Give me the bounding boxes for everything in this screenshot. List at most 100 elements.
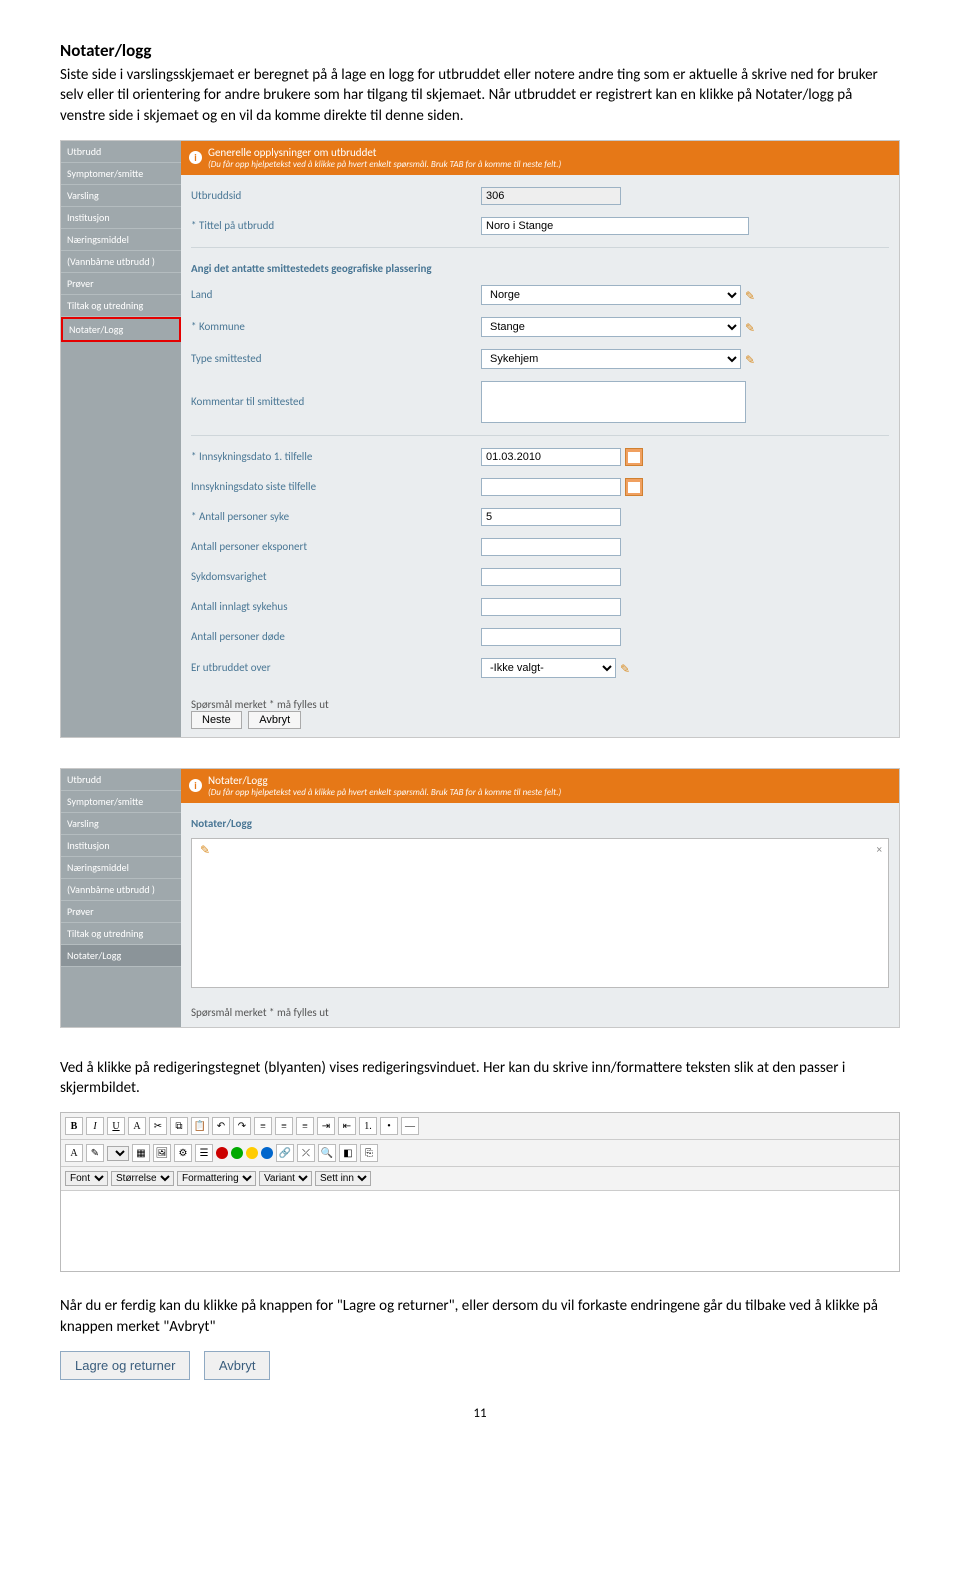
page-number: 11 <box>60 1406 900 1421</box>
color-red-icon[interactable] <box>216 1147 228 1159</box>
font-select[interactable]: Font <box>65 1171 108 1186</box>
edit-icon[interactable]: ✎ <box>745 321 757 333</box>
dato1-field[interactable] <box>481 448 621 466</box>
sidebar-item[interactable]: Symptomer/smitte <box>61 163 181 185</box>
edit-icon[interactable]: ✎ <box>745 353 757 365</box>
image-icon[interactable]: 🖼 <box>153 1144 171 1162</box>
kommentar-field[interactable] <box>481 381 746 423</box>
sidebar-item[interactable]: Varsling <box>61 185 181 207</box>
label: * Tittel på utbrudd <box>191 219 481 232</box>
label: Sykdomsvarighet <box>191 570 481 583</box>
align-center-icon[interactable]: ≡ <box>275 1117 293 1135</box>
label: * Antall personer syke <box>191 510 481 523</box>
edit-icon[interactable]: ✎ <box>620 662 632 674</box>
calendar-icon[interactable] <box>625 478 643 496</box>
mid-text: Ved å klikke på redigeringstegnet (blyan… <box>60 1058 900 1099</box>
sidebar-item[interactable]: Næringsmiddel <box>61 857 181 879</box>
align-left-icon[interactable]: ≡ <box>254 1117 272 1135</box>
undo-icon[interactable]: ↶ <box>212 1117 230 1135</box>
size-select[interactable]: Størrelse <box>111 1171 174 1186</box>
sidebar-item[interactable]: Prøver <box>61 901 181 923</box>
link-icon[interactable]: 🔗 <box>276 1144 294 1162</box>
sykehus-field[interactable] <box>481 598 621 616</box>
tool-icon[interactable]: ☰ <box>195 1144 213 1162</box>
type-select[interactable]: Sykehjem <box>481 349 741 369</box>
edit-icon[interactable]: ✎ <box>745 289 757 301</box>
varighet-field[interactable] <box>481 568 621 586</box>
close-icon[interactable]: × <box>877 843 882 856</box>
label: Antall personer døde <box>191 630 481 643</box>
tittel-field[interactable] <box>481 217 749 235</box>
cancel-button[interactable]: Avbryt <box>204 1351 271 1380</box>
underline-icon[interactable]: U <box>107 1117 125 1135</box>
dode-field[interactable] <box>481 628 621 646</box>
section-hint: (Du får opp hjelpetekst ved å klikke på … <box>208 787 561 798</box>
sidebar-item[interactable]: Næringsmiddel <box>61 229 181 251</box>
sidebar: Utbrudd Symptomer/smitte Varsling Instit… <box>61 769 181 1027</box>
select[interactable] <box>107 1146 129 1161</box>
edit-icon[interactable]: ✎ <box>200 843 212 855</box>
cancel-button[interactable]: Avbryt <box>248 711 301 729</box>
tool-icon[interactable]: ▦ <box>132 1144 150 1162</box>
bold-icon[interactable]: B <box>65 1117 83 1135</box>
sidebar-item[interactable]: Institusjon <box>61 207 181 229</box>
indent-icon[interactable]: ⇥ <box>317 1117 335 1135</box>
over-select[interactable]: -Ikke valgt- <box>481 658 616 678</box>
list-ol-icon[interactable]: 1. <box>359 1117 377 1135</box>
info-icon: i <box>189 151 202 164</box>
tool-icon[interactable]: ⎘ <box>360 1144 378 1162</box>
land-select[interactable]: Norge <box>481 285 741 305</box>
section-title: Notater/Logg <box>208 774 268 787</box>
brush-icon[interactable]: ✎ <box>86 1144 104 1162</box>
eksp-field[interactable] <box>481 538 621 556</box>
utbruddsid-field[interactable] <box>481 187 621 205</box>
syke-field[interactable] <box>481 508 621 526</box>
hr-icon[interactable]: — <box>401 1117 419 1135</box>
strike-icon[interactable]: A <box>128 1117 146 1135</box>
sidebar-item-notater[interactable]: Notater/Logg <box>61 945 181 967</box>
copy-icon[interactable]: ⧉ <box>170 1117 188 1135</box>
unlink-icon[interactable]: ⤫ <box>297 1144 315 1162</box>
sidebar-item[interactable]: Varsling <box>61 813 181 835</box>
color-green-icon[interactable] <box>231 1147 243 1159</box>
variant-select[interactable]: Variant <box>259 1171 312 1186</box>
rich-text-editor: B I U A ✂ ⧉ 📋 ↶ ↷ ≡ ≡ ≡ ⇥ ⇤ 1. • — A ✎ ▦… <box>60 1112 900 1272</box>
format-select[interactable]: Formattering <box>177 1171 256 1186</box>
sidebar-item[interactable]: Utbrudd <box>61 141 181 163</box>
notater-editor[interactable]: ✎ × <box>191 838 889 988</box>
dato2-field[interactable] <box>481 478 621 496</box>
sidebar-item-notater[interactable]: Notater/Logg <box>61 317 181 342</box>
outdent-icon[interactable]: ⇤ <box>338 1117 356 1135</box>
sidebar-item[interactable]: Tiltak og utredning <box>61 923 181 945</box>
color-yellow-icon[interactable] <box>246 1147 258 1159</box>
label: Land <box>191 288 481 301</box>
paste-icon[interactable]: 📋 <box>191 1117 209 1135</box>
kommune-select[interactable]: Stange <box>481 317 741 337</box>
section-header: i Generelle opplysninger om utbruddet (D… <box>181 141 899 175</box>
sidebar-item[interactable]: Institusjon <box>61 835 181 857</box>
align-right-icon[interactable]: ≡ <box>296 1117 314 1135</box>
cut-icon[interactable]: ✂ <box>149 1117 167 1135</box>
info-icon: i <box>189 779 202 792</box>
required-note: Spørsmål merket * må fylles ut <box>191 1006 889 1019</box>
save-return-button[interactable]: Lagre og returner <box>60 1351 190 1380</box>
label: Innsykningsdato siste tilfelle <box>191 480 481 493</box>
tool-icon[interactable]: ⚙ <box>174 1144 192 1162</box>
editor-canvas[interactable] <box>61 1191 899 1271</box>
list-ul-icon[interactable]: • <box>380 1117 398 1135</box>
calendar-icon[interactable] <box>625 448 643 466</box>
sidebar-item[interactable]: Prøver <box>61 273 181 295</box>
insert-select[interactable]: Sett inn <box>315 1171 371 1186</box>
sidebar-item[interactable]: Symptomer/smitte <box>61 791 181 813</box>
sidebar-item[interactable]: (Vannbårne utbrudd ) <box>61 251 181 273</box>
fontcolor-icon[interactable]: A <box>65 1144 83 1162</box>
sidebar-item[interactable]: Tiltak og utredning <box>61 295 181 317</box>
italic-icon[interactable]: I <box>86 1117 104 1135</box>
redo-icon[interactable]: ↷ <box>233 1117 251 1135</box>
next-button[interactable]: Neste <box>191 711 242 729</box>
source-icon[interactable]: ◧ <box>339 1144 357 1162</box>
find-icon[interactable]: 🔍 <box>318 1144 336 1162</box>
color-blue-icon[interactable] <box>261 1147 273 1159</box>
sidebar-item[interactable]: (Vannbårne utbrudd ) <box>61 879 181 901</box>
sidebar-item[interactable]: Utbrudd <box>61 769 181 791</box>
